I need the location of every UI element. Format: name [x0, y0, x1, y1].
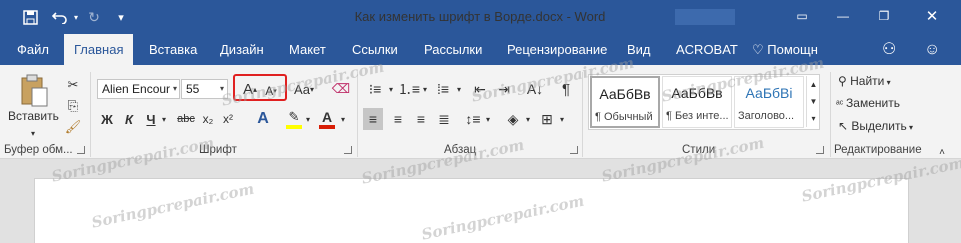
underline-dropdown-icon[interactable]: ▾ — [159, 108, 169, 130]
cursor-icon: ↖ — [838, 119, 852, 133]
undo-icon[interactable] — [48, 6, 72, 28]
style-normal[interactable]: АаБбВв ¶ Обычный — [590, 76, 660, 128]
superscript-button[interactable]: x² — [220, 108, 236, 130]
group-divider — [830, 72, 831, 157]
italic-button[interactable]: К — [121, 108, 137, 130]
font-name-combo[interactable]: Alien Encour — [97, 79, 180, 99]
find-label: Найти — [850, 74, 885, 88]
tab-layout[interactable]: Макет — [289, 34, 326, 65]
lightbulb-icon: ♡ — [752, 42, 768, 57]
shading-dropdown-icon[interactable]: ▾ — [523, 108, 533, 130]
tab-insert[interactable]: Вставка — [149, 34, 197, 65]
group-divider — [357, 72, 358, 157]
tab-home[interactable]: Главная — [64, 34, 134, 65]
tab-design[interactable]: Дизайн — [220, 34, 264, 65]
highlight-dropdown-icon[interactable]: ▾ — [303, 108, 313, 130]
clipboard-group-label: Буфер обм... — [4, 144, 73, 156]
styles-launcher-icon[interactable] — [816, 146, 824, 154]
shading-icon[interactable]: ◈ — [503, 108, 523, 130]
align-center-icon[interactable]: ≡ — [388, 108, 408, 130]
strikethrough-button[interactable]: abc — [175, 108, 197, 130]
save-icon[interactable] — [18, 6, 42, 28]
paragraph-launcher-icon[interactable] — [570, 146, 578, 154]
find-button[interactable]: ⚲ Найти ▾ — [838, 74, 891, 88]
line-spacing-dropdown-icon[interactable]: ▾ — [483, 108, 493, 130]
paste-dropdown-icon[interactable]: ▾ — [28, 122, 38, 144]
font-size-value: 55 — [186, 82, 200, 96]
underline-button[interactable]: Ч — [143, 108, 159, 130]
numbering-dropdown-icon[interactable]: ▾ — [420, 78, 430, 100]
font-name-value: Alien Encour — [102, 82, 171, 96]
clipboard-launcher-icon[interactable] — [77, 146, 85, 154]
select-button[interactable]: ↖ Выделить ▾ — [838, 119, 913, 133]
font-name-dropdown-icon[interactable]: ▾ — [170, 80, 180, 98]
close-icon[interactable]: ✕ — [918, 4, 946, 28]
undo-dropdown-icon[interactable]: ▾ — [70, 6, 82, 28]
tab-acrobat[interactable]: ACROBAT — [676, 34, 738, 65]
text-effects-icon[interactable]: A — [252, 108, 274, 130]
font-launcher-icon[interactable] — [344, 146, 352, 154]
share-icon[interactable]: ⚇ — [882, 34, 896, 65]
styles-scroll-down-icon[interactable]: ▼ — [806, 93, 820, 110]
subscript-button[interactable]: x₂ — [200, 108, 216, 130]
align-right-icon[interactable]: ≡ — [411, 108, 431, 130]
paste-button[interactable]: Вставить — [8, 74, 59, 124]
bold-button[interactable]: Ж — [99, 108, 115, 130]
clipboard-icon — [21, 74, 48, 107]
redo-icon[interactable]: ↻ — [84, 6, 104, 28]
copy-icon[interactable]: ⎘ — [64, 95, 82, 117]
style-name: ¶ Без инте... — [666, 110, 729, 122]
styles-scroll-up-icon[interactable]: ▲ — [806, 76, 820, 93]
styles-more-icon[interactable]: ▾ — [806, 110, 820, 127]
replace-label: Заменить — [846, 96, 900, 110]
font-color-swatch — [319, 125, 335, 129]
font-color-dropdown-icon[interactable]: ▾ — [338, 108, 348, 130]
style-name: Заголово... — [738, 110, 795, 122]
line-spacing-icon[interactable]: ↕≡ — [463, 108, 483, 130]
cut-icon[interactable]: ✂ — [64, 74, 82, 96]
replace-icon: ᵃᶜ — [836, 99, 847, 110]
bullets-dropdown-icon[interactable]: ▾ — [386, 78, 396, 100]
borders-icon[interactable]: ⊞ — [537, 108, 557, 130]
align-left-icon[interactable]: ≡ — [363, 108, 383, 130]
comments-icon[interactable]: ☺ — [924, 34, 940, 65]
editing-group-label: Редактирование — [834, 144, 922, 156]
justify-icon[interactable]: ≣ — [434, 108, 454, 130]
customize-qat-icon[interactable]: ▾ — [113, 6, 129, 28]
highlight-color-swatch — [286, 125, 302, 129]
search-icon: ⚲ — [838, 74, 851, 88]
borders-dropdown-icon[interactable]: ▾ — [557, 108, 567, 130]
tab-mailings[interactable]: Рассылки — [424, 34, 482, 65]
maximize-icon[interactable]: ❐ — [870, 4, 898, 28]
replace-button[interactable]: ᵃᶜ Заменить — [836, 96, 900, 110]
group-divider — [582, 72, 583, 157]
ribbon-display-options-icon[interactable]: ▭ — [788, 4, 816, 28]
multilevel-dropdown-icon[interactable]: ▾ — [454, 78, 464, 100]
help-label: Помощн — [767, 42, 818, 57]
format-painter-icon[interactable]: 🖌 — [64, 116, 82, 138]
tab-review[interactable]: Рецензирование — [507, 34, 607, 65]
account-name-redacted[interactable] — [675, 9, 735, 25]
tab-file[interactable]: Файл — [17, 34, 49, 65]
paste-label: Вставить — [8, 109, 59, 123]
group-divider — [90, 72, 91, 157]
window-title: Как изменить шрифт в Ворде.docx - Word — [354, 9, 606, 24]
style-name: ¶ Обычный — [595, 111, 653, 123]
multilevel-list-icon[interactable]: ⁞≡ — [432, 78, 454, 100]
minimize-icon[interactable]: — — [829, 4, 857, 28]
select-label: Выделить — [851, 119, 907, 133]
bullets-icon[interactable]: ⁝≡ — [364, 78, 386, 100]
style-preview: АаБбВв — [599, 86, 651, 102]
numbering-icon[interactable]: ⒈≡ — [398, 78, 420, 100]
